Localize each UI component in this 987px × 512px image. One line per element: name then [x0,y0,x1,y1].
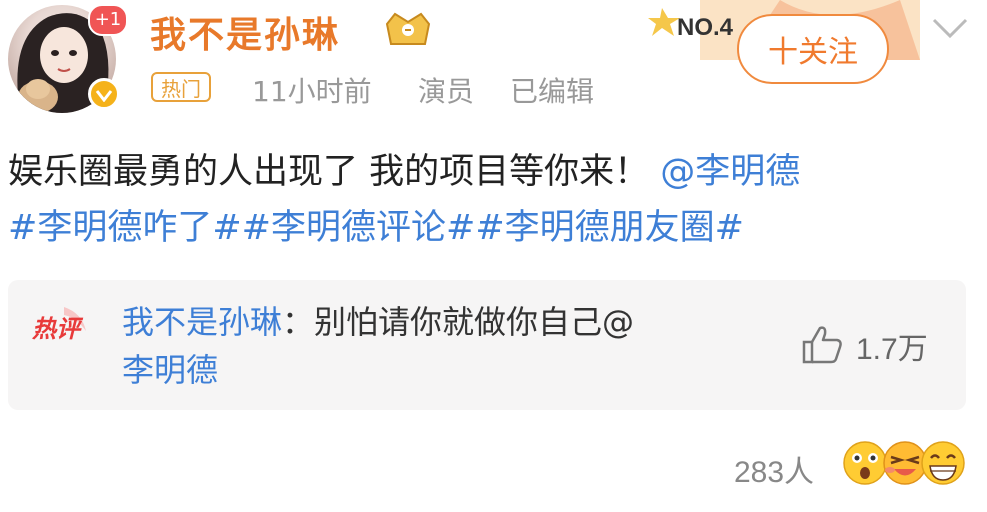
comment-mention: 李明德 [122,348,218,392]
post-time: 11小时前 [252,75,372,108]
hashtag-link[interactable]: #李明德评论# [242,208,476,248]
username[interactable]: 我不是孙琳 [150,6,340,58]
comment-text: 我不是孙琳：别怕请你就做你自己@ [122,300,634,344]
chevron-down-icon[interactable] [930,14,970,42]
comment-mention-link[interactable]: 李明德 [122,351,218,389]
crown-level-icon [385,12,431,45]
rank-label: NO.4 [677,14,734,41]
verified-icon [88,78,120,110]
hot-tag: 热门 [151,72,211,102]
notification-badge: +1 [88,4,128,36]
hashtag-line: #李明德咋了##李明德评论##李明德朋友圈# [8,204,744,252]
hashtag-link[interactable]: #李明德咋了# [8,208,242,248]
post-text: 娱乐圈最勇的人出现了 我的项目等你来！ @李明德 [8,148,800,196]
post-text-body: 娱乐圈最勇的人出现了 我的项目等你来！ [8,152,650,192]
thumbs-up-icon[interactable] [800,322,844,366]
hot-comment-label: 热评 [31,315,84,343]
edited-label: 已编辑 [510,75,595,108]
user-role: 演员 [418,75,475,108]
hashtag-link[interactable]: #李明德朋友圈# [475,208,744,248]
grinning-emoji-icon [921,441,965,485]
comment-body: ：别怕请你就做你自己@ [282,303,635,341]
mention-link[interactable]: @李明德 [660,152,800,192]
like-count: 1.7万 [856,333,928,366]
reaction-count[interactable]: 283人 [734,447,814,491]
follow-button[interactable]: 十关注 [737,14,889,84]
hot-comment-icon: 热评 [31,307,86,343]
comment-author[interactable]: 我不是孙琳 [122,303,282,341]
